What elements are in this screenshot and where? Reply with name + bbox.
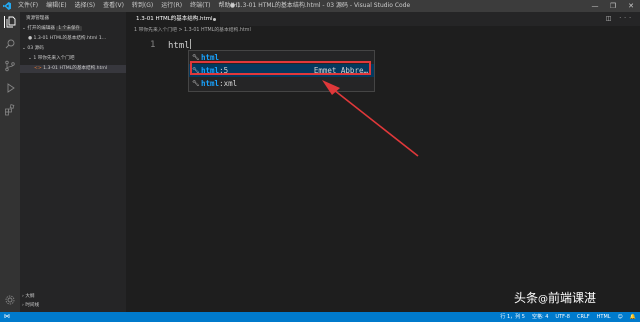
notifications-bell-icon[interactable]: 🔔 [630,312,636,322]
watermark-at: @ [538,294,549,305]
status-items: 行 1，列 5 空格: 4 UTF-8 CRLF HTML ☺ 🔔 [500,312,636,322]
status-eol[interactable]: CRLF [577,312,590,322]
status-cursor-position[interactable]: 行 1，列 5 [500,312,525,322]
watermark-name: 前端课湛 [548,291,597,305]
status-language[interactable]: HTML [597,312,611,322]
status-indent[interactable]: 空格: 4 [532,312,548,322]
annotation-arrow [322,80,419,157]
watermark: 头条@前端课湛 [514,290,596,308]
status-bar: ⋈ 行 1，列 5 空格: 4 UTF-8 CRLF HTML ☺ 🔔 [0,312,640,322]
feedback-icon[interactable]: ☺ [618,312,623,322]
remote-icon[interactable]: ⋈ [4,312,10,322]
status-encoding[interactable]: UTF-8 [555,312,570,322]
watermark-prefix: 头条 [514,291,539,305]
